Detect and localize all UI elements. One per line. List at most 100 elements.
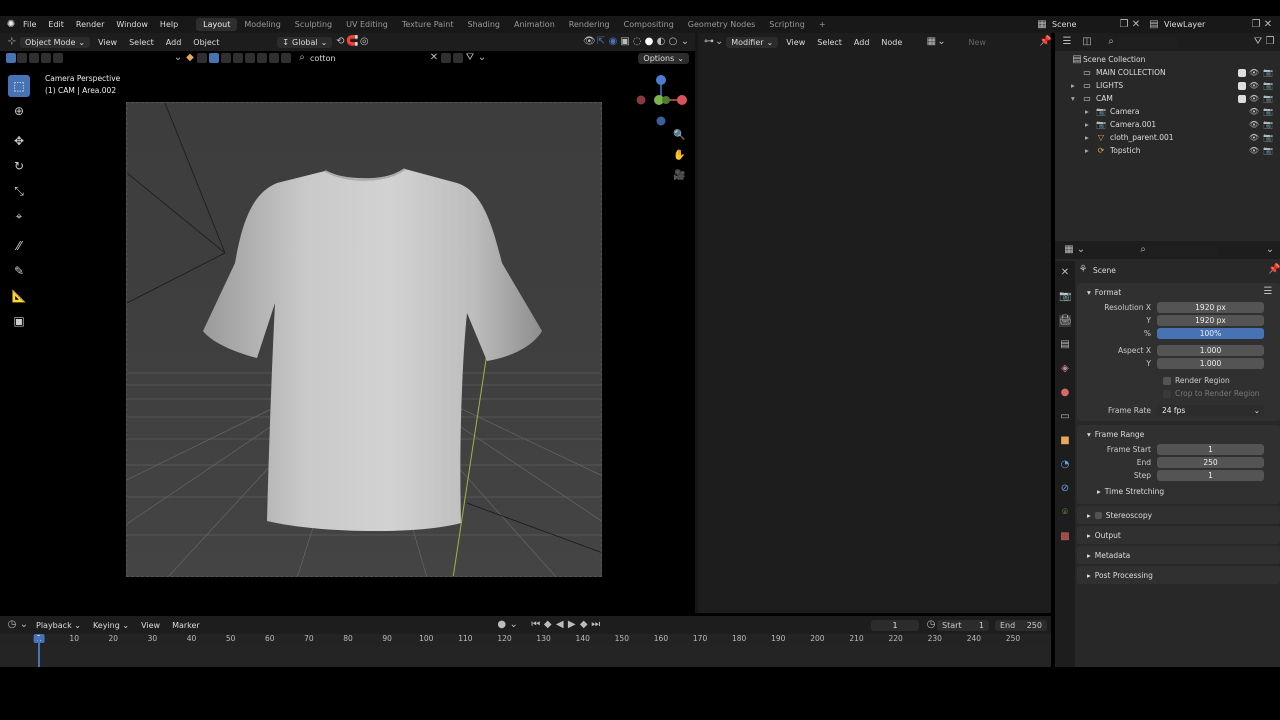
- viewport-menu-view[interactable]: View: [92, 38, 123, 47]
- select-box-icon[interactable]: [6, 53, 16, 63]
- disclosure-arrow-icon[interactable]: ▾: [1071, 94, 1081, 103]
- viewport-menu-add[interactable]: Add: [160, 38, 188, 47]
- constraints-tab-icon[interactable]: ⊘: [1059, 483, 1071, 495]
- resolution-y-field[interactable]: 1920 px: [1157, 315, 1264, 326]
- options-dropdown[interactable]: Options ⌄: [638, 52, 689, 64]
- resolution-percent-field[interactable]: 100%: [1157, 328, 1264, 339]
- filter-toggle-8[interactable]: [281, 53, 291, 63]
- transform-orientation-dropdown[interactable]: ↧ Global ⌄: [277, 36, 333, 48]
- node-menu-add[interactable]: Add: [848, 38, 876, 47]
- disclosure-arrow-icon[interactable]: ▸: [1085, 133, 1095, 142]
- collection-tab-icon[interactable]: ▭: [1059, 411, 1071, 423]
- shading-solid-icon[interactable]: ●: [643, 36, 655, 48]
- presets-icon[interactable]: ☰: [1262, 286, 1274, 298]
- view-layer-field[interactable]: ViewLayer: [1160, 20, 1250, 29]
- eye-icon[interactable]: 👁: [1248, 145, 1260, 157]
- select-mode-subtract-icon[interactable]: [29, 53, 39, 63]
- gizmo-icon[interactable]: ⇱: [595, 36, 607, 48]
- current-frame-field[interactable]: 1: [871, 619, 919, 631]
- filter-toggle-7[interactable]: [269, 53, 279, 63]
- filter-toggle-6[interactable]: [257, 53, 267, 63]
- eye-icon[interactable]: 👁: [1248, 80, 1260, 92]
- filter-icon[interactable]: ⛛: [1252, 36, 1264, 48]
- eye-icon[interactable]: 👁: [1248, 93, 1260, 105]
- viewport-search-input[interactable]: cotton: [308, 54, 428, 63]
- timeline-menu-playback[interactable]: Playback ⌄: [30, 621, 87, 630]
- mode-dropdown[interactable]: Object Mode ⌄: [20, 36, 91, 48]
- frame-rate-dropdown[interactable]: 24 fps ⌄: [1157, 405, 1264, 416]
- node-editor-type-icon[interactable]: ⊶: [704, 36, 714, 48]
- menu-window[interactable]: Window: [110, 20, 154, 29]
- aspect-y-field[interactable]: 1.000: [1157, 358, 1264, 369]
- filter-dropdown-icon[interactable]: ⌄: [476, 52, 488, 64]
- jump-start-icon[interactable]: ⏮: [530, 619, 542, 631]
- search-toggle-b[interactable]: [453, 53, 463, 63]
- properties-type-icon[interactable]: ▦: [1063, 244, 1075, 256]
- shading-wireframe-icon[interactable]: ◌: [631, 36, 643, 48]
- tshirt-mesh[interactable]: [127, 103, 602, 577]
- post-processing-panel[interactable]: ▸ Post Processing: [1077, 566, 1280, 584]
- render-camera-icon[interactable]: 📷: [1262, 67, 1274, 79]
- tab-layout[interactable]: Layout: [196, 18, 238, 31]
- object-type-mesh-icon[interactable]: ◆: [184, 52, 196, 64]
- render-tab-icon[interactable]: 📷: [1059, 291, 1071, 303]
- transform-tool-icon[interactable]: ⌖: [8, 205, 30, 227]
- filter-icon[interactable]: ⛛: [464, 52, 476, 64]
- timeline-menu-keying[interactable]: Keying ⌄: [87, 621, 135, 630]
- outliner-item[interactable]: ▭ MAIN COLLECTION 👁 📷: [1071, 66, 1280, 79]
- filter-toggle-2[interactable]: [209, 53, 219, 63]
- end-frame-field[interactable]: End 250: [995, 619, 1047, 631]
- filter-toggle-1[interactable]: [197, 53, 207, 63]
- new-scene-icon[interactable]: ❐: [1118, 19, 1130, 31]
- properties-options-icon[interactable]: ⌄: [1264, 244, 1276, 256]
- pin-icon[interactable]: 📌: [1039, 36, 1051, 48]
- chevron-down-icon[interactable]: ⌄: [1075, 244, 1087, 256]
- node-menu-select[interactable]: Select: [811, 38, 848, 47]
- measure-tool-icon[interactable]: 📐: [8, 285, 30, 307]
- rotate-tool-icon[interactable]: ↻: [8, 155, 30, 177]
- object-tab-icon[interactable]: ■: [1059, 435, 1071, 447]
- cursor-tool-icon[interactable]: ⊕: [8, 100, 30, 122]
- outliner-item[interactable]: ▸ 📷 Camera 👁 📷: [1071, 105, 1280, 118]
- tab-modeling[interactable]: Modeling: [237, 18, 287, 31]
- add-workspace-button[interactable]: +: [812, 18, 833, 31]
- frame-end-field[interactable]: 250: [1157, 457, 1264, 468]
- xray-icon[interactable]: ▣: [619, 36, 631, 48]
- chevron-down-icon[interactable]: ⌄: [18, 619, 30, 631]
- render-camera-icon[interactable]: 📷: [1262, 80, 1274, 92]
- exclude-checkbox[interactable]: [1238, 81, 1246, 90]
- auto-key-options-icon[interactable]: ⌄: [508, 619, 520, 631]
- tab-compositing[interactable]: Compositing: [617, 18, 681, 31]
- overlay-icon[interactable]: ◉: [607, 36, 619, 48]
- eye-icon[interactable]: 👁: [1248, 67, 1260, 79]
- menu-help[interactable]: Help: [154, 20, 184, 29]
- new-view-layer-icon[interactable]: ❐: [1250, 19, 1262, 31]
- filter-chevron-icon[interactable]: ⌄: [172, 52, 184, 64]
- tab-rendering[interactable]: Rendering: [562, 18, 617, 31]
- format-panel-header[interactable]: ▾ Format ☰: [1077, 283, 1280, 301]
- pivot-icon[interactable]: ⟲: [334, 36, 346, 48]
- menu-render[interactable]: Render: [70, 20, 110, 29]
- render-region-checkbox[interactable]: [1163, 376, 1171, 385]
- tab-scripting[interactable]: Scripting: [762, 18, 812, 31]
- select-mode-intersect-icon[interactable]: [53, 53, 63, 63]
- scene-tab-icon[interactable]: ◈: [1059, 363, 1071, 375]
- scene-name-field[interactable]: Scene: [1048, 20, 1118, 29]
- tab-shading[interactable]: Shading: [460, 18, 507, 31]
- crop-region-checkbox[interactable]: [1163, 389, 1171, 398]
- select-tool-icon[interactable]: ⬚: [8, 75, 30, 97]
- move-tool-icon[interactable]: ✥: [8, 130, 30, 152]
- physics-tab-icon[interactable]: ◔: [1059, 459, 1071, 471]
- search-toggle-a[interactable]: [441, 53, 451, 63]
- playhead[interactable]: [38, 636, 40, 667]
- disclosure-arrow-icon[interactable]: ▸: [1071, 81, 1081, 90]
- stereoscopy-panel[interactable]: ▸ Stereoscopy: [1077, 506, 1280, 524]
- output-panel[interactable]: ▸ Output: [1077, 526, 1280, 544]
- frame-range-panel-header[interactable]: ▾ Frame Range: [1077, 425, 1280, 443]
- zoom-icon[interactable]: 🔍: [673, 130, 685, 142]
- world-tab-icon[interactable]: ●: [1059, 387, 1071, 399]
- preview-range-icon[interactable]: ◷: [925, 619, 937, 631]
- add-cube-tool-icon[interactable]: ▣: [8, 310, 30, 332]
- camera-view-frame[interactable]: [126, 102, 602, 577]
- viewport-menu-object[interactable]: Object: [187, 38, 225, 47]
